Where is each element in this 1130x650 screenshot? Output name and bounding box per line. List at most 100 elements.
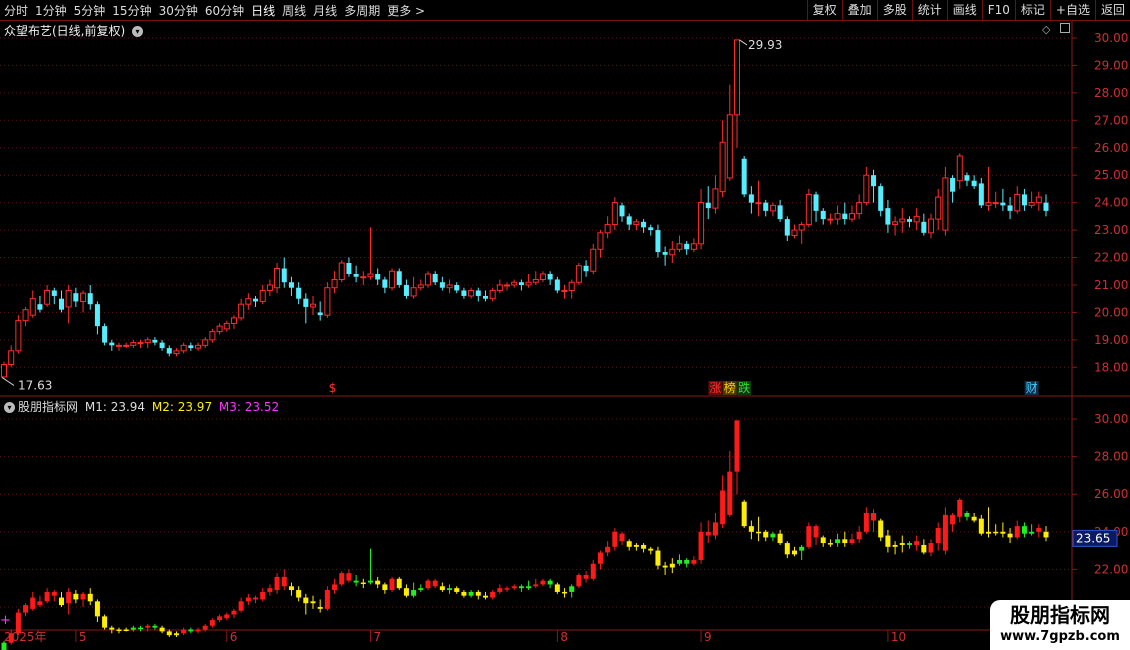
period-tab-8[interactable]: 月线 <box>313 2 337 19</box>
indicator-bar <box>23 605 29 613</box>
price-tick-label: 30.00 <box>1094 31 1128 45</box>
candle-body <box>798 224 805 231</box>
indicator-bar <box>899 543 905 545</box>
indicator-bar <box>849 539 855 544</box>
indicator-bar <box>741 501 747 527</box>
event-marker[interactable]: 跌 <box>738 380 750 395</box>
candle-body <box>913 215 920 223</box>
action-button-3[interactable]: 统计 <box>911 0 947 20</box>
indicator-bar <box>1014 526 1020 538</box>
period-tab-5[interactable]: 60分钟 <box>205 2 244 19</box>
current-value-label: 23.65 <box>1076 531 1110 545</box>
restore-icon[interactable] <box>1059 23 1070 33</box>
action-button-5[interactable]: F10 <box>981 0 1015 20</box>
date-label: 6 <box>230 630 238 644</box>
candle-body <box>44 289 51 305</box>
indicator-bar <box>109 627 115 630</box>
candle-body <box>842 213 848 220</box>
event-marker[interactable]: 榜 <box>724 380 736 395</box>
indicator-bar <box>138 627 144 630</box>
period-tab-9[interactable]: 多周期 <box>344 2 380 19</box>
chevron-down-icon[interactable]: ▾ <box>132 26 144 37</box>
candle-body <box>777 205 783 220</box>
indicator-tick-label: 28.00 <box>1094 450 1128 464</box>
candle-body <box>274 268 281 289</box>
indicator-bar <box>835 539 841 544</box>
indicator-bar <box>914 541 920 545</box>
indicator-bar <box>770 533 776 538</box>
candle-body <box>353 273 359 277</box>
candle-body <box>346 263 352 274</box>
action-button-0[interactable]: 复权 <box>806 0 842 20</box>
start-cross-marker: + <box>0 613 11 628</box>
candle-body <box>690 243 697 250</box>
indicator-bar <box>928 543 934 553</box>
period-tab-1[interactable]: 1分钟 <box>35 2 67 19</box>
period-tab-10[interactable]: 更多 > <box>387 2 425 19</box>
indicator-bar <box>116 629 122 632</box>
candle-body <box>152 339 158 343</box>
event-marker[interactable]: $ <box>329 381 337 395</box>
candle-body <box>296 287 302 299</box>
candle-body <box>202 339 209 346</box>
candle-body <box>439 282 445 288</box>
indicator-bar <box>985 531 992 534</box>
stock-title: 众望布艺(日线,前复权) <box>4 24 126 38</box>
candle-body <box>597 232 604 250</box>
indicator-bar <box>540 580 546 585</box>
indicator-bar <box>554 584 560 592</box>
indicator-bar <box>281 576 287 587</box>
chevron-down-icon[interactable]: ▾ <box>4 402 15 413</box>
candle-body <box>259 289 266 302</box>
action-buttons: 复权 叠加 多股 统计 画线 F10 标记 +自选 返回 <box>806 0 1130 20</box>
event-marker[interactable]: 涨 <box>709 380 721 395</box>
price-tick-label: 21.00 <box>1094 278 1128 292</box>
action-button-8[interactable]: 返回 <box>1094 0 1130 20</box>
action-button-6[interactable]: 标记 <box>1014 0 1050 20</box>
main-panel-title[interactable]: 众望布艺(日线,前复权) ▾ <box>4 22 146 39</box>
indicator-bar <box>885 535 891 547</box>
price-tick-label: 27.00 <box>1094 113 1128 127</box>
indicator-bar <box>145 625 151 628</box>
indicator-panel-title[interactable]: ▾ 股朋指标网 M1: 23.94 M2: 23.97 M3: 23.52 <box>4 398 279 415</box>
action-button-1[interactable]: 叠加 <box>841 0 877 20</box>
candle-body <box>29 298 36 316</box>
m2-value: M2: 23.97 <box>151 400 213 414</box>
candle-body <box>446 284 453 289</box>
candle-body <box>748 194 754 203</box>
indicator-bar <box>856 531 862 540</box>
action-button-2[interactable]: 多股 <box>876 0 912 20</box>
indicator-bar <box>360 582 366 585</box>
chart-area[interactable]: 30.00 29.00 28.00 27.00 26.00 25.00 24.00 23.00… <box>0 20 1130 650</box>
candle-body <box>590 248 597 272</box>
period-tab-4[interactable]: 30分钟 <box>159 2 198 19</box>
period-tab-0[interactable]: 分时 <box>4 2 28 19</box>
indicator-bar <box>655 550 661 566</box>
indicator-bar <box>166 631 172 636</box>
indicator-bar <box>626 541 632 547</box>
period-tab-3[interactable]: 15分钟 <box>112 2 151 19</box>
action-button-4[interactable]: 画线 <box>946 0 982 20</box>
candle-body <box>15 320 22 352</box>
panel-control-icons[interactable]: ◇ <box>1042 23 1070 36</box>
indicator-bar <box>777 533 783 544</box>
period-tab-6[interactable]: 日线 <box>251 2 275 19</box>
candle-body <box>1000 202 1006 206</box>
date-label: 9 <box>704 630 712 644</box>
period-tab-7[interactable]: 周线 <box>282 2 306 19</box>
candle-body <box>705 202 711 209</box>
event-marker[interactable]: 财 <box>1026 381 1038 395</box>
price-tick-label: 29.00 <box>1094 58 1128 72</box>
action-button-7[interactable]: +自选 <box>1049 0 1095 20</box>
candle-body <box>331 278 338 289</box>
candle-body <box>676 243 683 250</box>
candle-body <box>324 287 331 316</box>
candle-body <box>813 194 819 211</box>
indicator-name: 股朋指标网 <box>18 400 79 414</box>
diamond-icon[interactable]: ◇ <box>1042 23 1050 36</box>
period-tab-2[interactable]: 5分钟 <box>74 2 106 19</box>
indicator-bar <box>173 633 179 636</box>
candle-body <box>180 344 187 352</box>
toolbar: 分时 1分钟 5分钟 15分钟 30分钟 60分钟 日线 周线 月线 多周期 更多 > 复权 叠加 多股… <box>0 0 1130 21</box>
indicator-bar <box>30 597 36 609</box>
